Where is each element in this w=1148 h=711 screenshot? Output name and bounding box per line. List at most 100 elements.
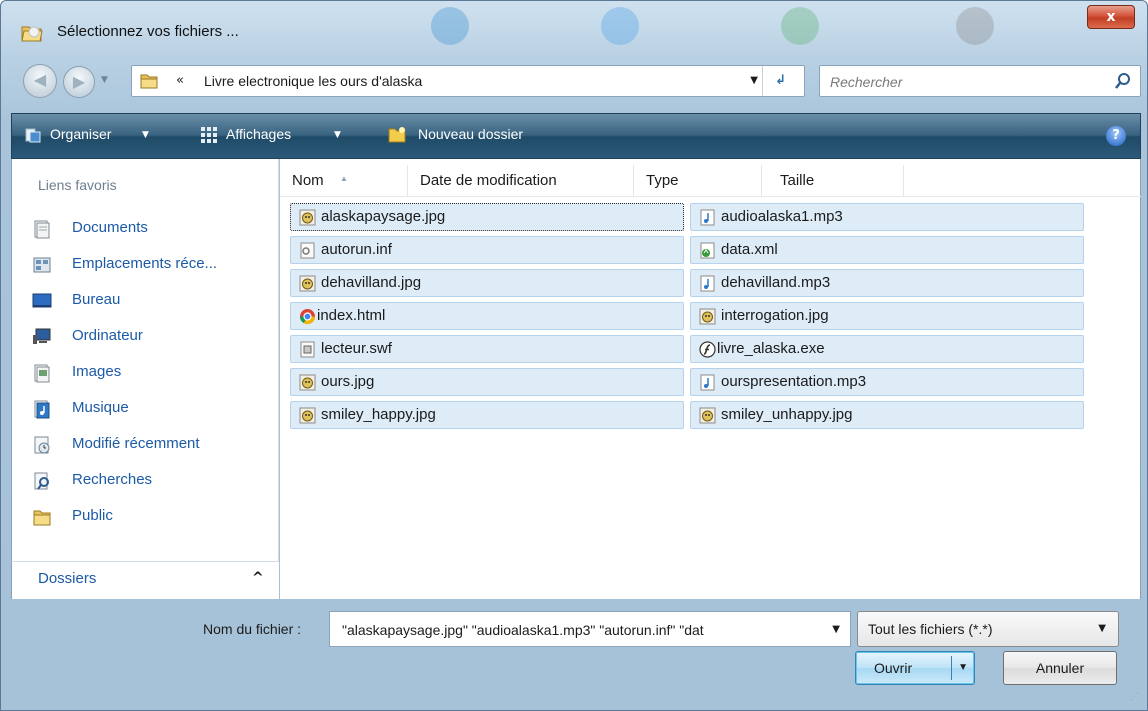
image-file-icon — [299, 374, 316, 391]
file-item[interactable]: livre_alaska.exe — [690, 335, 1084, 363]
image-file-icon — [299, 407, 316, 424]
file-item[interactable]: index.html — [290, 302, 684, 330]
command-toolbar: Organiser ▼ Affichages ▼ Nouveau dossier… — [11, 113, 1141, 159]
organize-dropdown-icon[interactable]: ▼ — [142, 130, 149, 140]
sidebar-item-computer[interactable]: Ordinateur — [32, 325, 272, 349]
file-open-dialog: Sélectionnez vos fichiers ... x ◀ ▶ ▼ « … — [0, 0, 1148, 711]
file-item[interactable]: interrogation.jpg — [690, 302, 1084, 330]
filename-field[interactable]: "alaskapaysage.jpg" "audioalaska1.mp3" "… — [342, 622, 812, 638]
background-glow — [601, 7, 639, 45]
audio-file-icon — [700, 275, 715, 292]
open-button[interactable]: Ouvrir ▼ — [855, 651, 975, 685]
background-glow — [431, 7, 469, 45]
sidebar-item-label: Public — [72, 507, 113, 524]
breadcrumb-overflow[interactable]: « — [176, 73, 184, 88]
background-glow — [956, 7, 994, 45]
chevron-up-icon: ^ — [252, 570, 264, 586]
image-file-icon — [699, 308, 716, 325]
filetype-value: Tout les fichiers (*.*) — [868, 621, 993, 637]
sort-ascending-icon: ▲ — [340, 174, 348, 183]
views-icon — [201, 127, 217, 143]
sidebar-item-label: Ordinateur — [72, 327, 143, 344]
file-item[interactable]: ourspresentation.mp3 — [690, 368, 1084, 396]
navigation-pane: Liens favoris Documents Emplacements réc… — [11, 159, 279, 599]
recent-pages-dropdown[interactable]: ▼ — [101, 75, 108, 85]
pictures-icon — [34, 364, 50, 383]
column-header-size[interactable]: Taille — [762, 165, 904, 197]
sidebar-item-desktop[interactable]: Bureau — [32, 289, 272, 313]
new-folder-icon — [388, 127, 406, 143]
views-dropdown-icon[interactable]: ▼ — [334, 130, 341, 140]
recently-changed-icon — [34, 436, 50, 454]
filetype-select[interactable]: Tout les fichiers (*.*) ▼ — [857, 611, 1119, 647]
file-item[interactable]: autorun.inf — [290, 236, 684, 264]
image-file-icon — [299, 209, 316, 226]
file-item[interactable]: dehavilland.jpg — [290, 269, 684, 297]
image-file-icon — [699, 407, 716, 424]
public-folder-icon — [33, 510, 51, 526]
sidebar-item-recently-changed[interactable]: Modifié récemment — [32, 433, 272, 457]
column-header-type[interactable]: Type — [634, 165, 762, 197]
sidebar-item-recent-places[interactable]: Emplacements réce... — [32, 253, 272, 277]
sidebar-item-label: Musique — [72, 399, 129, 416]
back-button[interactable]: ◀ — [23, 64, 57, 98]
sidebar-item-music[interactable]: Musique — [32, 397, 272, 421]
sidebar-item-label: Documents — [72, 219, 148, 236]
file-item[interactable]: alaskapaysage.jpg — [290, 203, 684, 231]
file-item[interactable]: audioalaska1.mp3 — [690, 203, 1084, 231]
folders-label: Dossiers — [38, 570, 97, 587]
views-button[interactable]: Affichages — [226, 126, 291, 142]
favorite-links-header: Liens favoris — [38, 177, 117, 193]
sidebar-item-pictures[interactable]: Images — [32, 361, 272, 385]
column-header-name[interactable]: ▲ Nom — [280, 165, 408, 197]
breadcrumb-current-folder[interactable]: Livre electronique les ours d'alaska — [204, 73, 422, 89]
sidebar-item-searches[interactable]: Recherches — [32, 469, 272, 493]
sidebar-item-label: Images — [72, 363, 122, 380]
swf-file-icon — [300, 341, 315, 358]
searches-icon — [34, 472, 49, 490]
back-arrow-icon: ◀ — [33, 70, 47, 89]
documents-icon — [34, 220, 50, 239]
sidebar-item-label: Emplacements réce... — [72, 255, 218, 272]
chrome-html-icon — [300, 309, 315, 325]
filename-combobox[interactable]: "alaskapaysage.jpg" "audioalaska1.mp3" "… — [329, 611, 851, 647]
file-item[interactable]: dehavilland.mp3 — [690, 269, 1084, 297]
help-icon[interactable]: ? — [1106, 126, 1126, 146]
image-file-icon — [299, 275, 316, 292]
file-item[interactable]: lecteur.swf — [290, 335, 684, 363]
sidebar-item-label: Recherches — [72, 471, 153, 488]
new-folder-button[interactable]: Nouveau dossier — [418, 126, 523, 142]
chevron-down-icon[interactable]: ▼ — [832, 624, 840, 635]
sidebar-item-public[interactable]: Public — [32, 505, 272, 529]
audio-file-icon — [700, 209, 715, 226]
background-glow — [781, 7, 819, 45]
forward-arrow-icon: ▶ — [72, 72, 86, 91]
open-options-dropdown-icon[interactable]: ▼ — [958, 652, 968, 684]
window-title: Sélectionnez vos fichiers ... — [57, 23, 239, 40]
chevron-down-icon[interactable]: ▼ — [1098, 623, 1106, 634]
forward-button[interactable]: ▶ — [63, 66, 95, 98]
organize-button[interactable]: Organiser — [50, 126, 111, 142]
file-item[interactable]: ours.jpg — [290, 368, 684, 396]
address-dropdown-icon[interactable]: ▼ — [750, 75, 758, 86]
file-item[interactable]: smiley_unhappy.jpg — [690, 401, 1084, 429]
search-icon[interactable] — [1114, 72, 1132, 90]
search-input[interactable]: Rechercher — [830, 74, 902, 90]
computer-icon — [33, 328, 51, 344]
refresh-icon[interactable]: ↲ — [762, 66, 798, 96]
folders-toggle[interactable]: Dossiers ^ — [11, 561, 279, 599]
address-bar[interactable]: « Livre electronique les ours d'alaska ▼… — [131, 65, 805, 97]
close-button[interactable]: x — [1087, 5, 1135, 29]
dialog-footer: Nom du fichier : "alaskapaysage.jpg" "au… — [11, 599, 1141, 704]
file-item[interactable]: data.xml — [690, 236, 1084, 264]
column-header-date[interactable]: Date de modification — [408, 165, 634, 197]
cancel-button[interactable]: Annuler — [1003, 651, 1117, 685]
resize-grip-icon[interactable]: ⋰ — [1130, 692, 1139, 702]
file-item[interactable]: smiley_happy.jpg — [290, 401, 684, 429]
close-icon: x — [1106, 9, 1116, 25]
music-icon — [34, 400, 50, 419]
audio-file-icon — [700, 374, 715, 391]
sidebar-item-documents[interactable]: Documents — [32, 217, 272, 241]
search-box[interactable]: Rechercher — [819, 65, 1141, 97]
folder-icon — [140, 74, 158, 89]
